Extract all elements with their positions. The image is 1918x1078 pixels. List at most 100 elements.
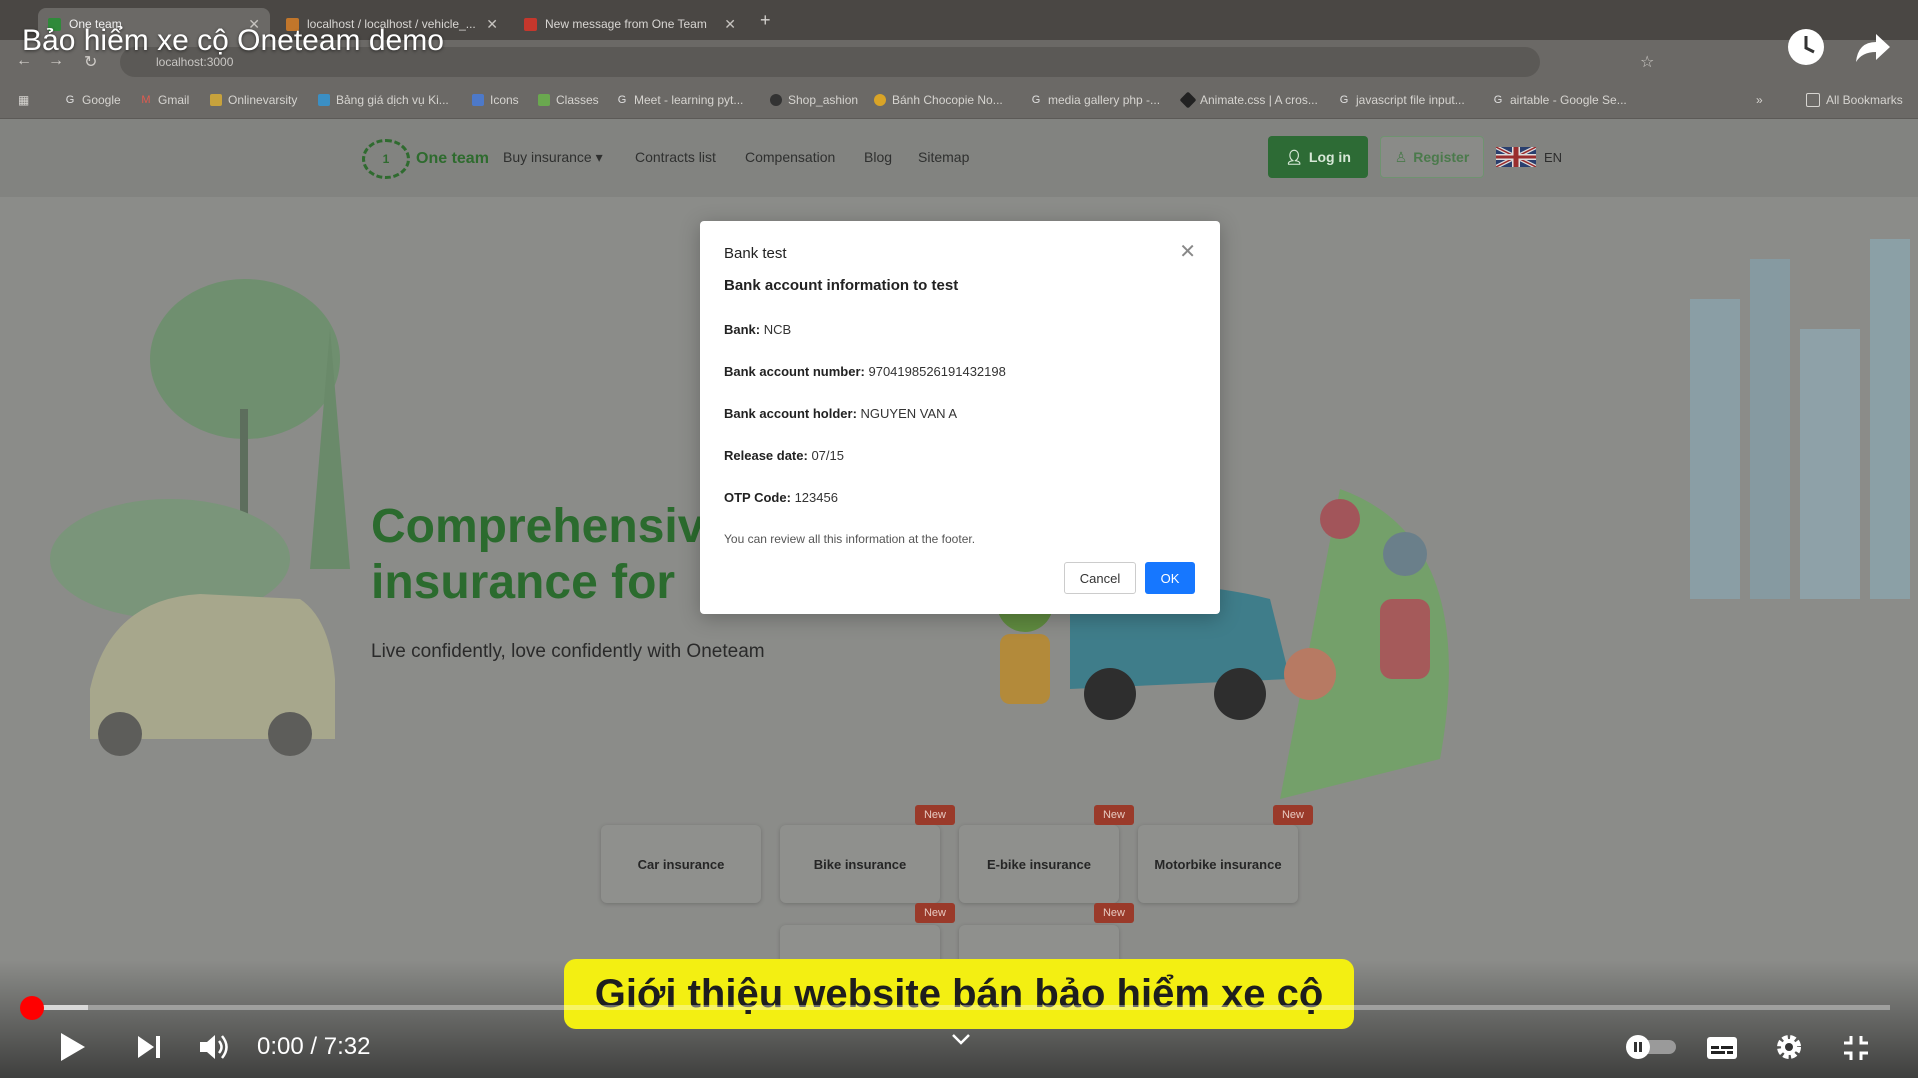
ok-button[interactable]: OK	[1145, 562, 1195, 594]
bookmark-item[interactable]: All Bookmarks	[1806, 93, 1903, 107]
bookmark-item[interactable]: Bảng giá dịch vụ Ki...	[318, 93, 449, 107]
uk-flag-icon	[1496, 147, 1536, 167]
play-icon[interactable]	[58, 1031, 88, 1063]
bookmark-item[interactable]: Gjavascript file input...	[1338, 93, 1465, 107]
apps-icon[interactable]: ▦	[18, 93, 29, 107]
account-holder-row: Bank account holder: NGUYEN VAN A	[724, 406, 958, 421]
close-icon[interactable]: ✕	[1179, 239, 1196, 264]
modal-note: You can review all this information at t…	[724, 532, 976, 546]
building	[1800, 329, 1860, 599]
new-badge: New	[1094, 805, 1134, 825]
tab-favicon-icon	[524, 17, 537, 31]
tab-close-icon[interactable]: ✕	[724, 16, 736, 33]
browser-tab-gmail[interactable]: New message from One Team ✕	[514, 8, 746, 40]
bookmark-item[interactable]: Bánh Chocopie No...	[874, 93, 1003, 107]
next-icon[interactable]	[136, 1034, 162, 1060]
folder-icon	[1806, 93, 1820, 107]
subtitle-caption: Giới thiệu website bán bảo hiểm xe cộ	[564, 959, 1354, 1029]
google-icon: G	[1031, 94, 1041, 106]
character-head	[1284, 648, 1336, 700]
bookmark-favicon-icon	[318, 94, 330, 106]
card-car-insurance[interactable]: Car insurance	[601, 825, 761, 903]
cancel-button[interactable]: Cancel	[1064, 562, 1136, 594]
new-badge: New	[1094, 903, 1134, 923]
bookmark-item[interactable]: G Meet - learning pyt...	[616, 93, 744, 107]
building	[1690, 299, 1740, 599]
scooter	[1380, 599, 1430, 679]
new-badge: New	[915, 903, 955, 923]
car-wheel	[1084, 668, 1136, 720]
google-icon: G	[617, 94, 627, 106]
tab-close-icon[interactable]: ✕	[486, 16, 498, 33]
progress-bar[interactable]	[32, 1005, 1890, 1010]
menu-buy-insurance[interactable]: Buy insurance ▾	[503, 149, 603, 166]
new-tab-icon[interactable]: +	[760, 10, 771, 31]
share-icon[interactable]	[1852, 26, 1894, 68]
bookmark-item[interactable]: Classes	[538, 93, 599, 107]
new-badge: New	[915, 805, 955, 825]
login-button[interactable]: 👤︎ Log in	[1268, 136, 1368, 178]
car-wheel	[1214, 668, 1266, 720]
menu-sitemap[interactable]: Sitemap	[918, 149, 969, 165]
bookmark-item[interactable]: Icons	[472, 93, 519, 107]
card-motorbike-insurance[interactable]: Motorbike insurance	[1138, 825, 1298, 903]
exit-fullscreen-icon[interactable]	[1842, 1034, 1870, 1062]
subtitles-icon[interactable]	[1706, 1036, 1738, 1060]
bookmark-item[interactable]: Animate.css | A cros...	[1179, 91, 1318, 109]
site-navbar: 1 One team Buy insurance ▾ Contracts lis…	[0, 119, 1918, 197]
modal-title: Bank test	[724, 245, 787, 262]
autoplay-toggle-icon[interactable]	[1624, 1034, 1678, 1060]
otp-code-row: OTP Code: 123456	[724, 490, 838, 505]
video-title[interactable]: Bảo hiểm xe cộ Oneteam demo	[22, 24, 444, 58]
settings-gear-icon[interactable]	[1774, 1032, 1804, 1062]
google-icon: G	[65, 94, 75, 106]
menu-blog[interactable]: Blog	[864, 149, 892, 165]
google-icon: G	[1339, 94, 1349, 106]
time-current: 0:00	[257, 1033, 304, 1060]
building	[1750, 259, 1790, 599]
logo-mark-icon: 1	[362, 139, 410, 179]
chevron-down-icon[interactable]	[950, 1032, 972, 1046]
account-number-row: Bank account number: 9704198526191432198	[724, 364, 1006, 379]
building	[1870, 239, 1910, 599]
character-body	[1000, 634, 1050, 704]
menu-contracts-list[interactable]: Contracts list	[635, 149, 716, 165]
volume-icon[interactable]	[198, 1032, 232, 1062]
bookmark-item[interactable]: Gairtable - Google Se...	[1492, 93, 1627, 107]
scrubber-handle[interactable]	[20, 996, 44, 1020]
language-selector[interactable]: EN	[1496, 147, 1562, 167]
car-wheel	[98, 712, 142, 756]
time-separator: /	[310, 1033, 318, 1060]
user-icon: 👤︎	[1285, 148, 1303, 165]
character-head	[1383, 532, 1427, 576]
bookmark-favicon-icon	[770, 94, 782, 106]
menu-compensation[interactable]: Compensation	[745, 149, 835, 165]
bank-row: Bank: NCB	[724, 322, 792, 337]
release-date-row: Release date: 07/15	[724, 448, 844, 463]
more-bookmarks-icon[interactable]: »	[1756, 93, 1763, 107]
modal-heading: Bank account information to test	[724, 277, 959, 294]
time-total: 7:32	[323, 1033, 371, 1060]
site-logo[interactable]: 1 One team	[362, 139, 489, 179]
register-button[interactable]: ♙ Register	[1380, 136, 1484, 178]
hero-subtitle: Live confidently, love confidently with …	[371, 641, 765, 662]
bookmark-favicon-icon	[472, 94, 484, 106]
bookmark-item[interactable]: Shop_ashion	[770, 93, 858, 107]
bookmark-favicon-icon	[538, 94, 550, 106]
character-head	[1320, 499, 1360, 539]
bookmark-favicon-icon	[1179, 91, 1197, 109]
bookmark-item[interactable]: M Gmail	[140, 93, 189, 107]
bookmark-item[interactable]: Onlinevarsity	[210, 93, 297, 107]
bookmark-item[interactable]: Gmedia gallery php -...	[1030, 93, 1160, 107]
video-frame: One team ✕ localhost / localhost / vehic…	[0, 0, 1918, 1078]
time-display: 0:00 / 7:32	[257, 1033, 370, 1061]
card-bike-insurance[interactable]: Bike insurance	[780, 825, 940, 903]
tab-label: New message from One Team	[545, 17, 707, 31]
bookmark-item[interactable]: G Google	[64, 93, 121, 107]
watch-later-icon[interactable]	[1785, 26, 1827, 68]
google-icon: G	[1493, 94, 1503, 106]
star-icon[interactable]: ☆	[1640, 52, 1654, 72]
bank-test-modal: Bank test ✕ Bank account information to …	[700, 221, 1220, 614]
card-ebike-insurance[interactable]: E-bike insurance	[959, 825, 1119, 903]
gmail-icon: M	[141, 94, 151, 106]
